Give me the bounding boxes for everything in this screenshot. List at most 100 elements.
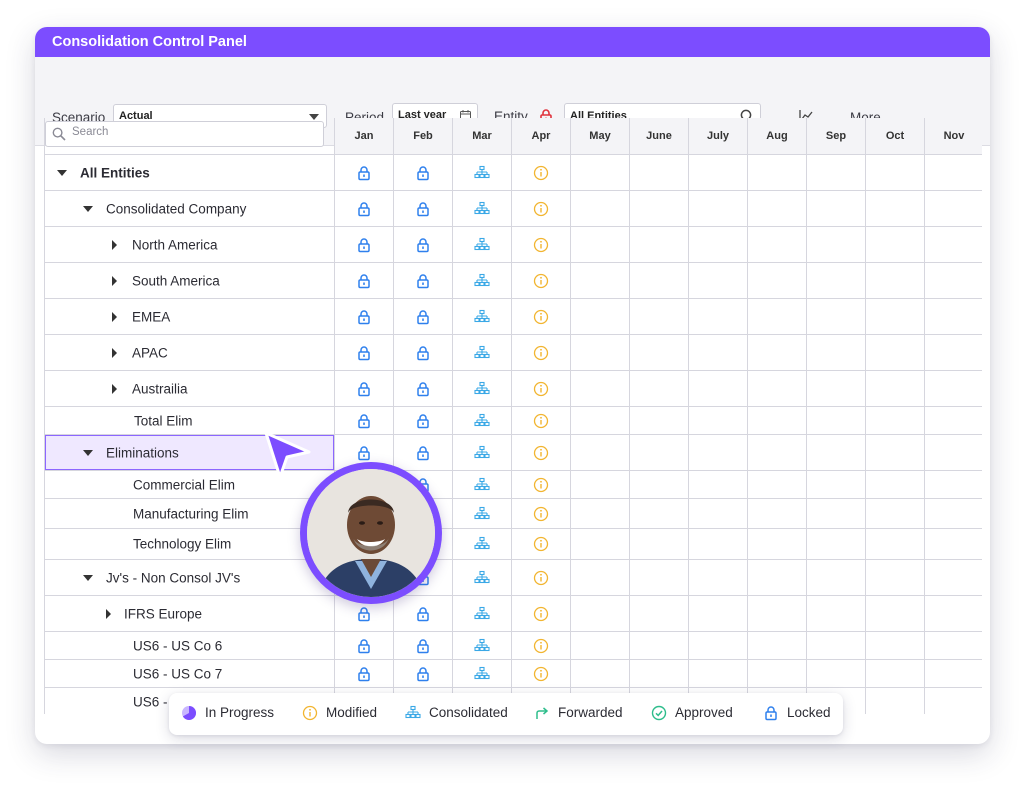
entity-row[interactable]: EMEA [45,298,982,334]
status-cell[interactable] [924,263,982,298]
status-cell[interactable] [570,227,629,262]
status-cell[interactable] [865,529,924,559]
status-cell[interactable] [629,499,688,528]
status-cell[interactable] [688,299,747,334]
status-cell[interactable] [334,227,393,262]
status-cell[interactable] [924,688,982,714]
status-cell[interactable] [865,371,924,406]
entity-row[interactable]: Jv's - Non Consol JV's [45,559,982,595]
caret-down-icon[interactable] [83,204,93,214]
entity-name-cell[interactable]: All Entities [45,155,334,190]
status-cell[interactable] [747,471,806,498]
entity-row[interactable]: IFRS Europe [45,595,982,631]
status-cell[interactable] [806,596,865,631]
status-cell[interactable] [629,299,688,334]
status-cell[interactable] [806,191,865,226]
caret-down-icon[interactable] [57,168,67,178]
status-cell[interactable] [334,191,393,226]
status-cell[interactable] [511,529,570,559]
status-cell[interactable] [747,560,806,595]
status-cell[interactable] [452,299,511,334]
status-cell[interactable] [570,263,629,298]
status-cell[interactable] [924,335,982,370]
status-cell[interactable] [334,407,393,434]
status-cell[interactable] [865,299,924,334]
entity-row[interactable]: Eliminations [45,434,982,470]
status-cell[interactable] [393,660,452,687]
status-cell[interactable] [452,660,511,687]
entity-name-cell[interactable]: APAC [45,335,334,370]
status-cell[interactable] [924,227,982,262]
caret-right-icon[interactable] [109,347,119,358]
status-cell[interactable] [629,407,688,434]
status-cell[interactable] [393,371,452,406]
status-cell[interactable] [393,435,452,470]
status-cell[interactable] [688,155,747,190]
entity-name-cell[interactable]: Austrailia [45,371,334,406]
status-cell[interactable] [334,155,393,190]
status-cell[interactable] [865,263,924,298]
status-cell[interactable] [393,155,452,190]
status-cell[interactable] [924,371,982,406]
status-cell[interactable] [924,529,982,559]
status-cell[interactable] [806,560,865,595]
status-cell[interactable] [924,660,982,687]
entity-name-cell[interactable]: Technology Elim [45,529,334,559]
status-cell[interactable] [570,596,629,631]
entity-name-cell[interactable]: Manufacturing Elim [45,499,334,528]
status-cell[interactable] [452,435,511,470]
status-cell[interactable] [629,560,688,595]
status-cell[interactable] [865,191,924,226]
status-cell[interactable] [629,155,688,190]
status-cell[interactable] [924,155,982,190]
status-cell[interactable] [806,227,865,262]
status-cell[interactable] [511,227,570,262]
status-cell[interactable] [688,660,747,687]
status-cell[interactable] [452,227,511,262]
status-cell[interactable] [511,299,570,334]
status-cell[interactable] [806,660,865,687]
status-cell[interactable] [806,435,865,470]
status-cell[interactable] [334,660,393,687]
status-cell[interactable] [865,688,924,714]
caret-right-icon[interactable] [109,275,119,286]
status-cell[interactable] [924,632,982,659]
status-cell[interactable] [924,499,982,528]
status-cell[interactable] [511,560,570,595]
entity-name-cell[interactable]: US6 - US Co 7 [45,660,334,687]
status-cell[interactable] [570,529,629,559]
entity-row[interactable]: Technology Elim [45,528,982,559]
status-cell[interactable] [806,155,865,190]
status-cell[interactable] [570,371,629,406]
status-cell[interactable] [393,407,452,434]
status-cell[interactable] [806,499,865,528]
caret-right-icon[interactable] [109,311,119,322]
status-cell[interactable] [511,632,570,659]
entity-row[interactable]: All Entities [45,154,982,190]
status-cell[interactable] [393,299,452,334]
status-cell[interactable] [865,560,924,595]
status-cell[interactable] [629,529,688,559]
status-cell[interactable] [865,499,924,528]
status-cell[interactable] [865,155,924,190]
status-cell[interactable] [452,632,511,659]
status-cell[interactable] [570,632,629,659]
status-cell[interactable] [393,632,452,659]
status-cell[interactable] [452,155,511,190]
entity-row[interactable]: North America [45,226,982,262]
search-input[interactable] [70,125,314,139]
status-cell[interactable] [865,471,924,498]
status-cell[interactable] [747,407,806,434]
status-cell[interactable] [452,407,511,434]
status-cell[interactable] [747,299,806,334]
status-cell[interactable] [452,596,511,631]
status-cell[interactable] [452,471,511,498]
status-cell[interactable] [806,529,865,559]
status-cell[interactable] [688,407,747,434]
status-cell[interactable] [570,560,629,595]
status-cell[interactable] [511,596,570,631]
status-cell[interactable] [688,596,747,631]
month-header[interactable]: June [629,118,688,154]
status-cell[interactable] [747,155,806,190]
status-cell[interactable] [393,335,452,370]
